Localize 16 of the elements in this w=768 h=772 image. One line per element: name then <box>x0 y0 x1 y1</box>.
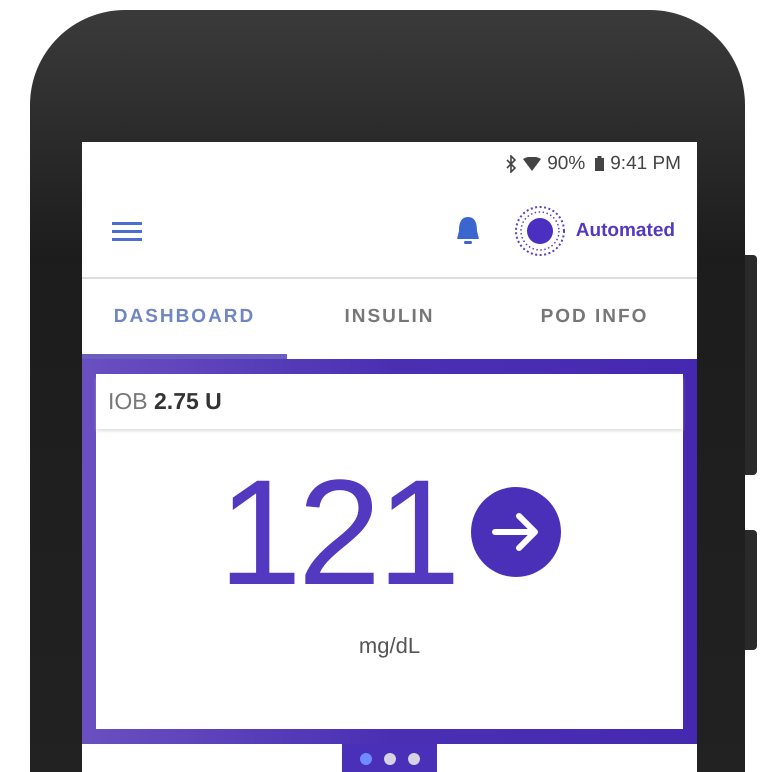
bluetooth-icon <box>505 154 518 172</box>
iob-text: IOB 2.75 U <box>108 388 222 415</box>
menu-icon[interactable] <box>112 220 142 242</box>
page-dot[interactable] <box>384 753 396 765</box>
glucose-value: 121 <box>218 457 457 607</box>
battery-percent: 90% <box>547 152 586 174</box>
tab[interactable]: POD INFO <box>492 279 697 359</box>
page-dot[interactable] <box>408 753 420 765</box>
battery-icon <box>595 156 604 171</box>
glucose-unit: mg/dL <box>358 633 420 659</box>
mode-label: Automated <box>576 220 675 242</box>
tab[interactable]: INSULIN <box>287 279 492 359</box>
page-dot[interactable] <box>360 753 372 765</box>
clock-time: 9:41 PM <box>610 152 681 174</box>
wifi-icon <box>523 156 542 170</box>
automated-mode-icon <box>514 205 566 257</box>
